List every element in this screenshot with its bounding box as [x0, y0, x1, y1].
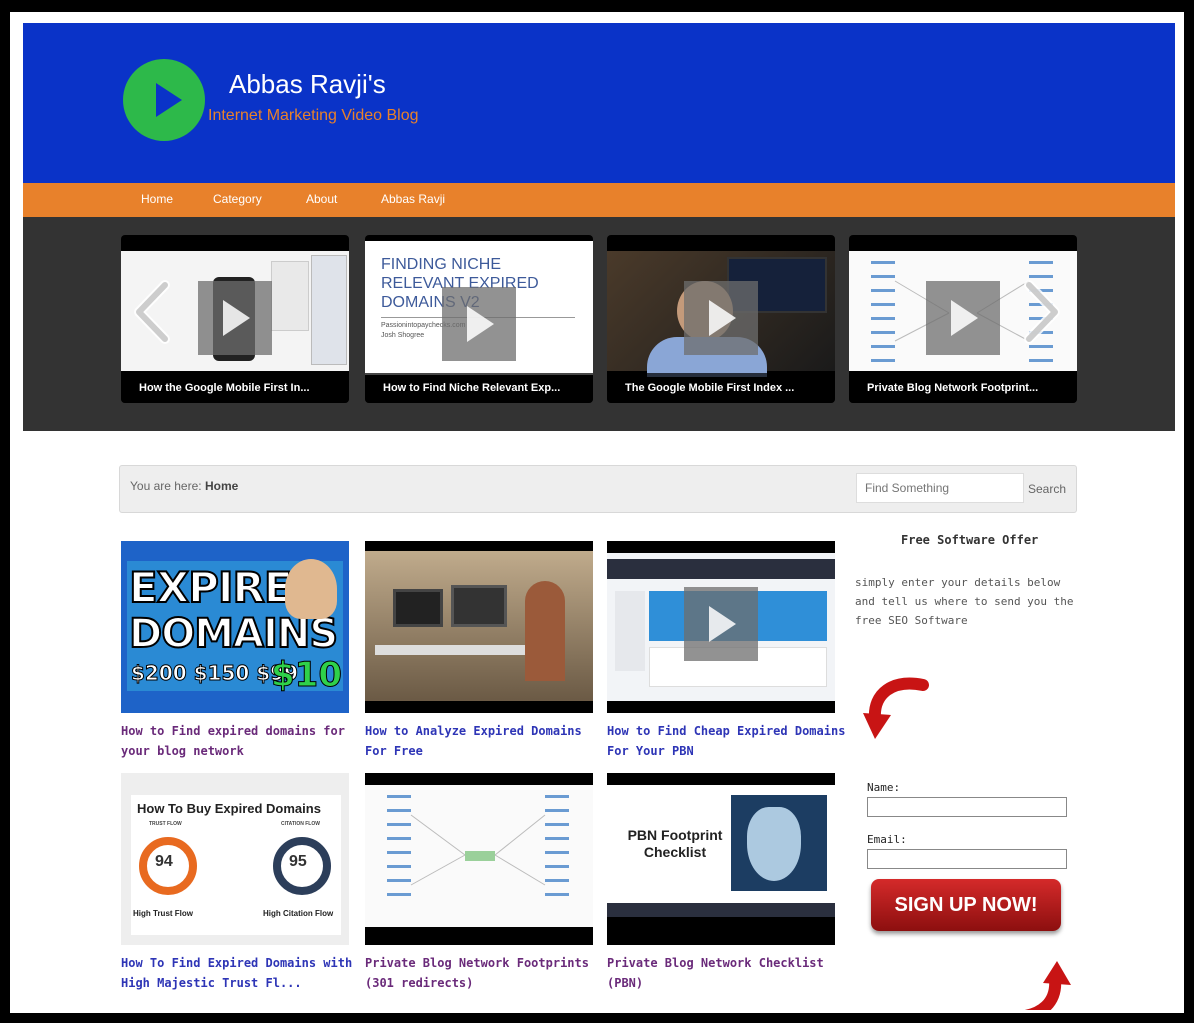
play-icon[interactable] — [198, 281, 272, 355]
play-icon[interactable] — [684, 281, 758, 355]
site-title[interactable]: Abbas Ravji's — [229, 69, 386, 100]
site-tagline: Internet Marketing Video Blog — [208, 107, 419, 124]
breadcrumb-home[interactable]: Home — [205, 479, 238, 493]
post-title-link[interactable]: Private Blog Network Checklist (PBN) — [607, 953, 847, 993]
nav-item-home[interactable]: Home — [141, 192, 173, 206]
video-slider: How the Google Mobile First In... FINDIN… — [23, 217, 1175, 431]
search-input[interactable] — [856, 473, 1024, 503]
screenshot-frame: Abbas Ravji's Internet Marketing Video B… — [10, 12, 1184, 1013]
sidebar-heading: Free Software Offer — [901, 533, 1039, 547]
curved-arrow-down-icon — [863, 677, 929, 739]
web-page: Abbas Ravji's Internet Marketing Video B… — [23, 23, 1175, 1010]
play-logo-icon[interactable] — [123, 59, 205, 141]
play-icon[interactable] — [684, 587, 758, 661]
post-title-link[interactable]: How to Find Cheap Expired Domains For Yo… — [607, 721, 847, 761]
nav-item-about[interactable]: About — [306, 192, 337, 206]
post-thumbnail[interactable]: EXPIRED DOMAINS $200 $150 $99 $10 — [121, 541, 349, 713]
post-thumbnail[interactable]: PBN Footprint Checklist — [607, 773, 835, 945]
slide-caption[interactable]: How the Google Mobile First In... — [121, 373, 349, 403]
email-field[interactable] — [867, 849, 1067, 869]
slide-caption[interactable]: Private Blog Network Footprint... — [849, 373, 1077, 403]
play-icon[interactable] — [442, 287, 516, 361]
post-thumbnail[interactable] — [365, 773, 593, 945]
play-icon[interactable] — [926, 281, 1000, 355]
post-title-link[interactable]: How To Find Expired Domains with High Ma… — [121, 953, 361, 993]
signup-button[interactable]: SIGN UP NOW! — [871, 879, 1061, 931]
email-label: Email: — [867, 833, 907, 846]
post-title-link[interactable]: How to Find expired domains for your blo… — [121, 721, 361, 761]
search-button[interactable]: Search — [1028, 482, 1066, 496]
main-nav: Home Category About Abbas Ravji — [23, 183, 1175, 217]
nav-item-category[interactable]: Category — [213, 192, 262, 206]
name-label: Name: — [867, 781, 901, 794]
post-thumbnail[interactable] — [365, 541, 593, 713]
slide-2[interactable]: FINDING NICHE RELEVANT EXPIRED DOMAINS V… — [365, 235, 593, 403]
post-title-link[interactable]: How to Analyze Expired Domains For Free — [365, 721, 605, 761]
nav-item-abbas-ravji[interactable]: Abbas Ravji — [381, 192, 445, 206]
post-title-link[interactable]: Private Blog Network Footprints (301 red… — [365, 953, 605, 993]
post-thumbnail[interactable] — [607, 541, 835, 713]
breadcrumb-bar: You are here: Home Search — [119, 465, 1077, 513]
site-header: Abbas Ravji's Internet Marketing Video B… — [23, 23, 1175, 183]
slide-caption[interactable]: How to Find Niche Relevant Exp... — [365, 373, 593, 403]
slider-prev-arrow-icon[interactable] — [127, 279, 177, 345]
slider-next-arrow-icon[interactable] — [1017, 279, 1067, 345]
slide-3[interactable]: The Google Mobile First Index ... — [607, 235, 835, 403]
name-field[interactable] — [867, 797, 1067, 817]
breadcrumb: You are here: Home — [130, 479, 239, 493]
sidebar-text: simply enter your details below and tell… — [855, 576, 1074, 627]
post-thumbnail[interactable]: How To Buy Expired Domains TRUST FLOW CI… — [121, 773, 349, 945]
curved-arrow-up-icon — [1023, 961, 1071, 1010]
slide-caption[interactable]: The Google Mobile First Index ... — [607, 373, 835, 403]
